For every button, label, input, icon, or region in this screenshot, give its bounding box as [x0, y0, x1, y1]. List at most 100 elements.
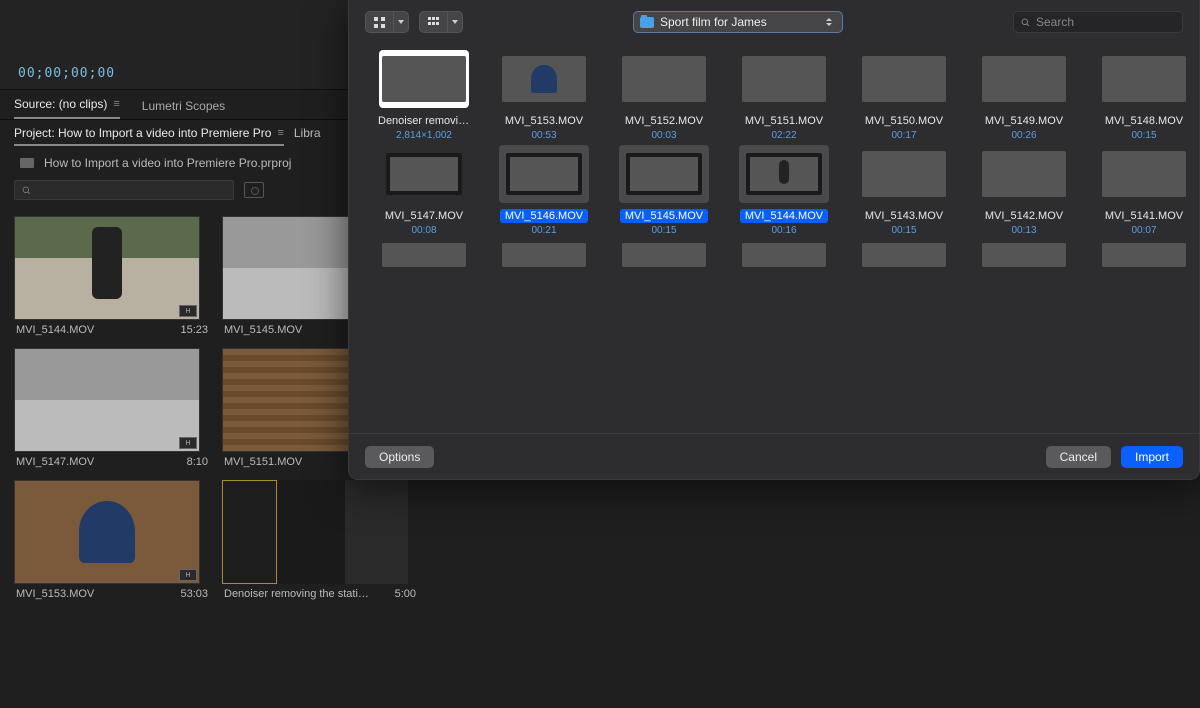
file-subtext: 00:03: [651, 130, 676, 141]
tab-libraries[interactable]: Libra: [294, 126, 321, 146]
tab-source-label: Source: (no clips): [14, 97, 107, 111]
file-item[interactable]: MVI_5152.MOV00:03: [611, 50, 717, 141]
file-item[interactable]: [371, 240, 477, 270]
file-thumbnail[interactable]: [739, 145, 829, 203]
bin-clip[interactable]: H MVI_5144.MOV 15:23: [14, 216, 210, 336]
file-item[interactable]: [731, 240, 837, 270]
search-placeholder: Search: [1036, 15, 1074, 29]
file-name: MVI_5146.MOV: [500, 209, 588, 223]
file-name: MVI_5151.MOV: [740, 114, 828, 128]
file-thumbnail[interactable]: [979, 240, 1069, 270]
group-icon[interactable]: [420, 12, 448, 32]
file-thumbnail[interactable]: [979, 145, 1069, 203]
clip-badge-icon: H: [179, 305, 197, 317]
icon-view-icon[interactable]: [366, 12, 394, 32]
file-subtext: 00:15: [891, 225, 916, 236]
group-dropdown-icon[interactable]: [448, 12, 462, 32]
clip-thumbnail[interactable]: [222, 480, 408, 584]
file-item[interactable]: [491, 240, 597, 270]
clip-name: MVI_5145.MOV: [224, 324, 302, 336]
tab-project[interactable]: Project: How to Import a video into Prem…: [14, 126, 284, 146]
file-thumbnail[interactable]: [619, 50, 709, 108]
folder-icon: [640, 17, 654, 28]
file-subtext: 00:21: [531, 225, 556, 236]
file-item[interactable]: [851, 240, 957, 270]
bin-icon: [20, 158, 34, 168]
file-thumbnail[interactable]: [739, 50, 829, 108]
file-name: Denoiser removin…he static: [373, 114, 475, 128]
file-thumbnail[interactable]: [379, 50, 469, 108]
file-item[interactable]: [611, 240, 717, 270]
file-item[interactable]: MVI_5145.MOV 00:15: [611, 145, 717, 236]
file-subtext: 00:16: [771, 225, 796, 236]
file-item[interactable]: MVI_5143.MOV 00:15: [851, 145, 957, 236]
file-thumbnail[interactable]: [1099, 50, 1189, 108]
file-name: MVI_5149.MOV: [980, 114, 1068, 128]
file-item[interactable]: [1091, 240, 1197, 270]
file-subtext: 00:15: [651, 225, 676, 236]
file-name: MVI_5145.MOV: [620, 209, 708, 223]
bin-clip[interactable]: HMVI_5153.MOV53:03: [14, 480, 210, 600]
clip-name: MVI_5151.MOV: [224, 456, 302, 468]
view-mode-dropdown-icon[interactable]: [394, 12, 408, 32]
file-subtext: 02:22: [771, 130, 796, 141]
file-thumbnail[interactable]: [859, 145, 949, 203]
file-thumbnail[interactable]: [379, 240, 469, 270]
file-item[interactable]: MVI_5141.MOV00:07: [1091, 145, 1197, 236]
panel-menu-icon[interactable]: ≡: [113, 98, 119, 110]
file-thumbnail[interactable]: [499, 240, 589, 270]
file-name: MVI_5142.MOV: [980, 209, 1068, 223]
import-button[interactable]: Import: [1121, 446, 1183, 468]
dialog-footer: Options Cancel Import: [349, 433, 1199, 479]
file-thumbnail[interactable]: [739, 240, 829, 270]
clip-thumbnail[interactable]: H: [14, 480, 200, 584]
cancel-button[interactable]: Cancel: [1046, 446, 1111, 468]
view-mode-icon-grid[interactable]: [365, 11, 409, 33]
bin-clip[interactable]: H MVI_5147.MOV 8:10: [14, 348, 210, 468]
file-item[interactable]: MVI_5147.MOV 00:08: [371, 145, 477, 236]
file-thumbnail[interactable]: [859, 50, 949, 108]
project-search-input[interactable]: [14, 180, 234, 200]
clip-name: MVI_5147.MOV: [16, 456, 94, 468]
panel-menu-icon[interactable]: ≡: [277, 127, 283, 139]
file-item[interactable]: MVI_5153.MOV00:53: [491, 50, 597, 141]
file-name: MVI_5144.MOV: [740, 209, 828, 223]
tab-lumetri[interactable]: Lumetri Scopes: [142, 99, 225, 119]
file-item[interactable]: Denoiser removin…he static2,814×1,002: [371, 50, 477, 141]
file-item[interactable]: MVI_5142.MOV00:13: [971, 145, 1077, 236]
clip-badge-icon: H: [179, 569, 197, 581]
dialog-search-input[interactable]: Search: [1013, 11, 1183, 33]
file-item[interactable]: MVI_5144.MOV 00:16: [731, 145, 837, 236]
file-thumbnail[interactable]: [1099, 240, 1189, 270]
clip-thumbnail[interactable]: H: [14, 216, 200, 320]
file-name: MVI_5143.MOV: [860, 209, 948, 223]
bin-clip[interactable]: Denoiser removing the stati…5:00: [222, 480, 418, 600]
clip-name: MVI_5144.MOV: [16, 324, 94, 336]
file-item[interactable]: MVI_5148.MOV00:15: [1091, 50, 1197, 141]
file-thumbnail[interactable]: [979, 50, 1069, 108]
file-item[interactable]: [971, 240, 1077, 270]
clip-thumbnail[interactable]: H: [14, 348, 200, 452]
file-thumbnail[interactable]: [619, 240, 709, 270]
file-thumbnail[interactable]: [1099, 145, 1189, 203]
clip-duration: 8:10: [187, 456, 208, 468]
file-thumbnail[interactable]: [619, 145, 709, 203]
file-thumbnail[interactable]: [499, 145, 589, 203]
tab-source[interactable]: Source: (no clips) ≡: [14, 97, 120, 119]
file-item[interactable]: MVI_5146.MOV 00:21: [491, 145, 597, 236]
clip-duration: 15:23: [180, 324, 208, 336]
path-popup-button[interactable]: Sport film for James: [633, 11, 843, 33]
file-thumbnail[interactable]: [859, 240, 949, 270]
new-item-icon[interactable]: [244, 182, 264, 198]
file-item[interactable]: MVI_5149.MOV00:26: [971, 50, 1077, 141]
file-name: MVI_5147.MOV: [380, 209, 468, 223]
file-thumbnail[interactable]: [379, 145, 469, 203]
group-by-control[interactable]: [419, 11, 463, 33]
file-subtext: 00:08: [411, 225, 436, 236]
file-item[interactable]: MVI_5151.MOV 02:22: [731, 50, 837, 141]
file-item[interactable]: MVI_5150.MOV00:17: [851, 50, 957, 141]
file-thumbnail[interactable]: [499, 50, 589, 108]
dialog-toolbar: Sport film for James Search: [349, 0, 1199, 44]
dialog-file-browser[interactable]: Denoiser removin…he static2,814×1,002MVI…: [349, 44, 1199, 433]
options-button[interactable]: Options: [365, 446, 434, 468]
